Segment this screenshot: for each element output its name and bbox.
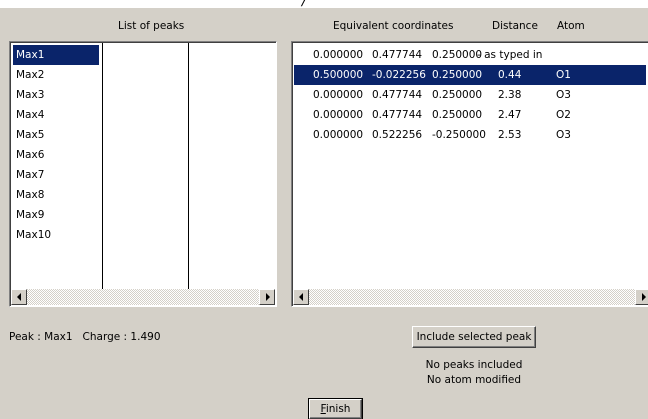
atom-header: Atom bbox=[557, 20, 585, 32]
distance-cell: 0.44 bbox=[498, 69, 522, 81]
coordinate-row[interactable]: 0.500000 -0.022256 0.250000 0.44 O1 bbox=[294, 65, 646, 85]
coord-z-cell: 0.250000 bbox=[432, 69, 483, 81]
peak-list-item[interactable]: Max3 bbox=[13, 85, 96, 105]
scroll-left-button[interactable] bbox=[11, 289, 27, 305]
finish-label: inish bbox=[325, 403, 351, 415]
distance-cell: 2.53 bbox=[498, 129, 522, 141]
right-arrow-icon bbox=[266, 293, 270, 301]
left-arrow-icon bbox=[299, 293, 303, 301]
peak-list-item[interactable]: Max2 bbox=[13, 65, 96, 85]
coord-y-cell: 0.477744 bbox=[372, 89, 423, 101]
peak-list-item[interactable]: Max4 bbox=[13, 105, 96, 125]
left-arrow-icon bbox=[17, 293, 21, 301]
coord-x-cell: 0.000000 bbox=[313, 89, 364, 101]
coord-y-cell: -0.022256 bbox=[372, 69, 426, 81]
atom-cell: O2 bbox=[556, 109, 571, 121]
coord-x-cell: 0.500000 bbox=[313, 69, 364, 81]
peak-list-item[interactable]: Max9 bbox=[13, 205, 96, 225]
distance-cell: 2.38 bbox=[498, 89, 522, 101]
status-atom-modified: No atom modified bbox=[426, 374, 522, 386]
coord-z-cell: 0.250000 bbox=[432, 109, 483, 121]
distance-header: Distance bbox=[492, 20, 538, 32]
equivalent-coordinates-list[interactable]: 0.000000 0.477744 0.250000- as typed in 0.5… bbox=[291, 41, 648, 307]
coord-z-cell: 0.250000 bbox=[432, 49, 483, 61]
finish-button[interactable]: Finish bbox=[308, 398, 363, 419]
peak-list-item[interactable]: Max10 bbox=[13, 225, 96, 245]
coord-x-cell: 0.000000 bbox=[313, 49, 364, 61]
coordinate-row[interactable]: 0.000000 0.477744 0.250000 2.47 O2 bbox=[294, 105, 594, 125]
peak-list-item[interactable]: Max6 bbox=[13, 145, 96, 165]
distance-cell: 2.47 bbox=[498, 109, 522, 121]
right-arrow-icon bbox=[642, 293, 646, 301]
scroll-right-button[interactable] bbox=[635, 289, 648, 305]
peaks-list[interactable]: Max1 Max2 Max3 Max4 Max5 Max6 Max7 Max8 Max9 Max1… bbox=[9, 41, 277, 307]
scroll-left-button[interactable] bbox=[293, 289, 309, 305]
coord-y-cell: 0.477744 bbox=[372, 49, 423, 61]
coord-z-cell: -0.250000 bbox=[432, 129, 486, 141]
window-title-fragment: / bbox=[302, 0, 307, 8]
list-of-peaks-header: List of peaks bbox=[118, 20, 185, 32]
atom-cell: O3 bbox=[556, 129, 571, 141]
peak-list-item[interactable]: Max5 bbox=[13, 125, 96, 145]
atom-cell: O3 bbox=[556, 89, 571, 101]
status-peaks-included: No peaks included bbox=[425, 359, 523, 371]
coord-y-cell: 0.477744 bbox=[372, 109, 423, 121]
peaks-horizontal-scrollbar[interactable] bbox=[11, 289, 275, 305]
peak-list-item[interactable]: Max8 bbox=[13, 185, 96, 205]
coord-x-cell: 0.000000 bbox=[313, 129, 364, 141]
peak-list-item[interactable]: Max7 bbox=[13, 165, 96, 185]
atom-cell: O1 bbox=[556, 69, 571, 81]
peaks-column-divider bbox=[102, 43, 103, 289]
equivalent-coordinates-header: Equivalent coordinates bbox=[333, 20, 454, 32]
peaks-column-divider bbox=[188, 43, 189, 289]
coord-z-cell: 0.250000 bbox=[432, 89, 483, 101]
coord-note-cell: - as typed in bbox=[477, 49, 543, 61]
window-title-strip: / bbox=[0, 0, 648, 8]
include-selected-peak-button[interactable]: Include selected peak bbox=[412, 326, 536, 348]
coordinate-row[interactable]: 0.000000 0.522256 -0.250000 2.53 O3 bbox=[294, 125, 594, 145]
peak-charge-info: Peak : Max1 Charge : 1.490 bbox=[9, 331, 161, 343]
coordinate-row[interactable]: 0.000000 0.477744 0.250000- as typed in bbox=[294, 45, 594, 65]
coord-y-cell: 0.522256 bbox=[372, 129, 423, 141]
peak-list-item[interactable]: Max1 bbox=[13, 45, 99, 65]
coords-horizontal-scrollbar[interactable] bbox=[293, 289, 648, 305]
coordinate-row[interactable]: 0.000000 0.477744 0.250000 2.38 O3 bbox=[294, 85, 594, 105]
coord-x-cell: 0.000000 bbox=[313, 109, 364, 121]
scroll-right-button[interactable] bbox=[259, 289, 275, 305]
